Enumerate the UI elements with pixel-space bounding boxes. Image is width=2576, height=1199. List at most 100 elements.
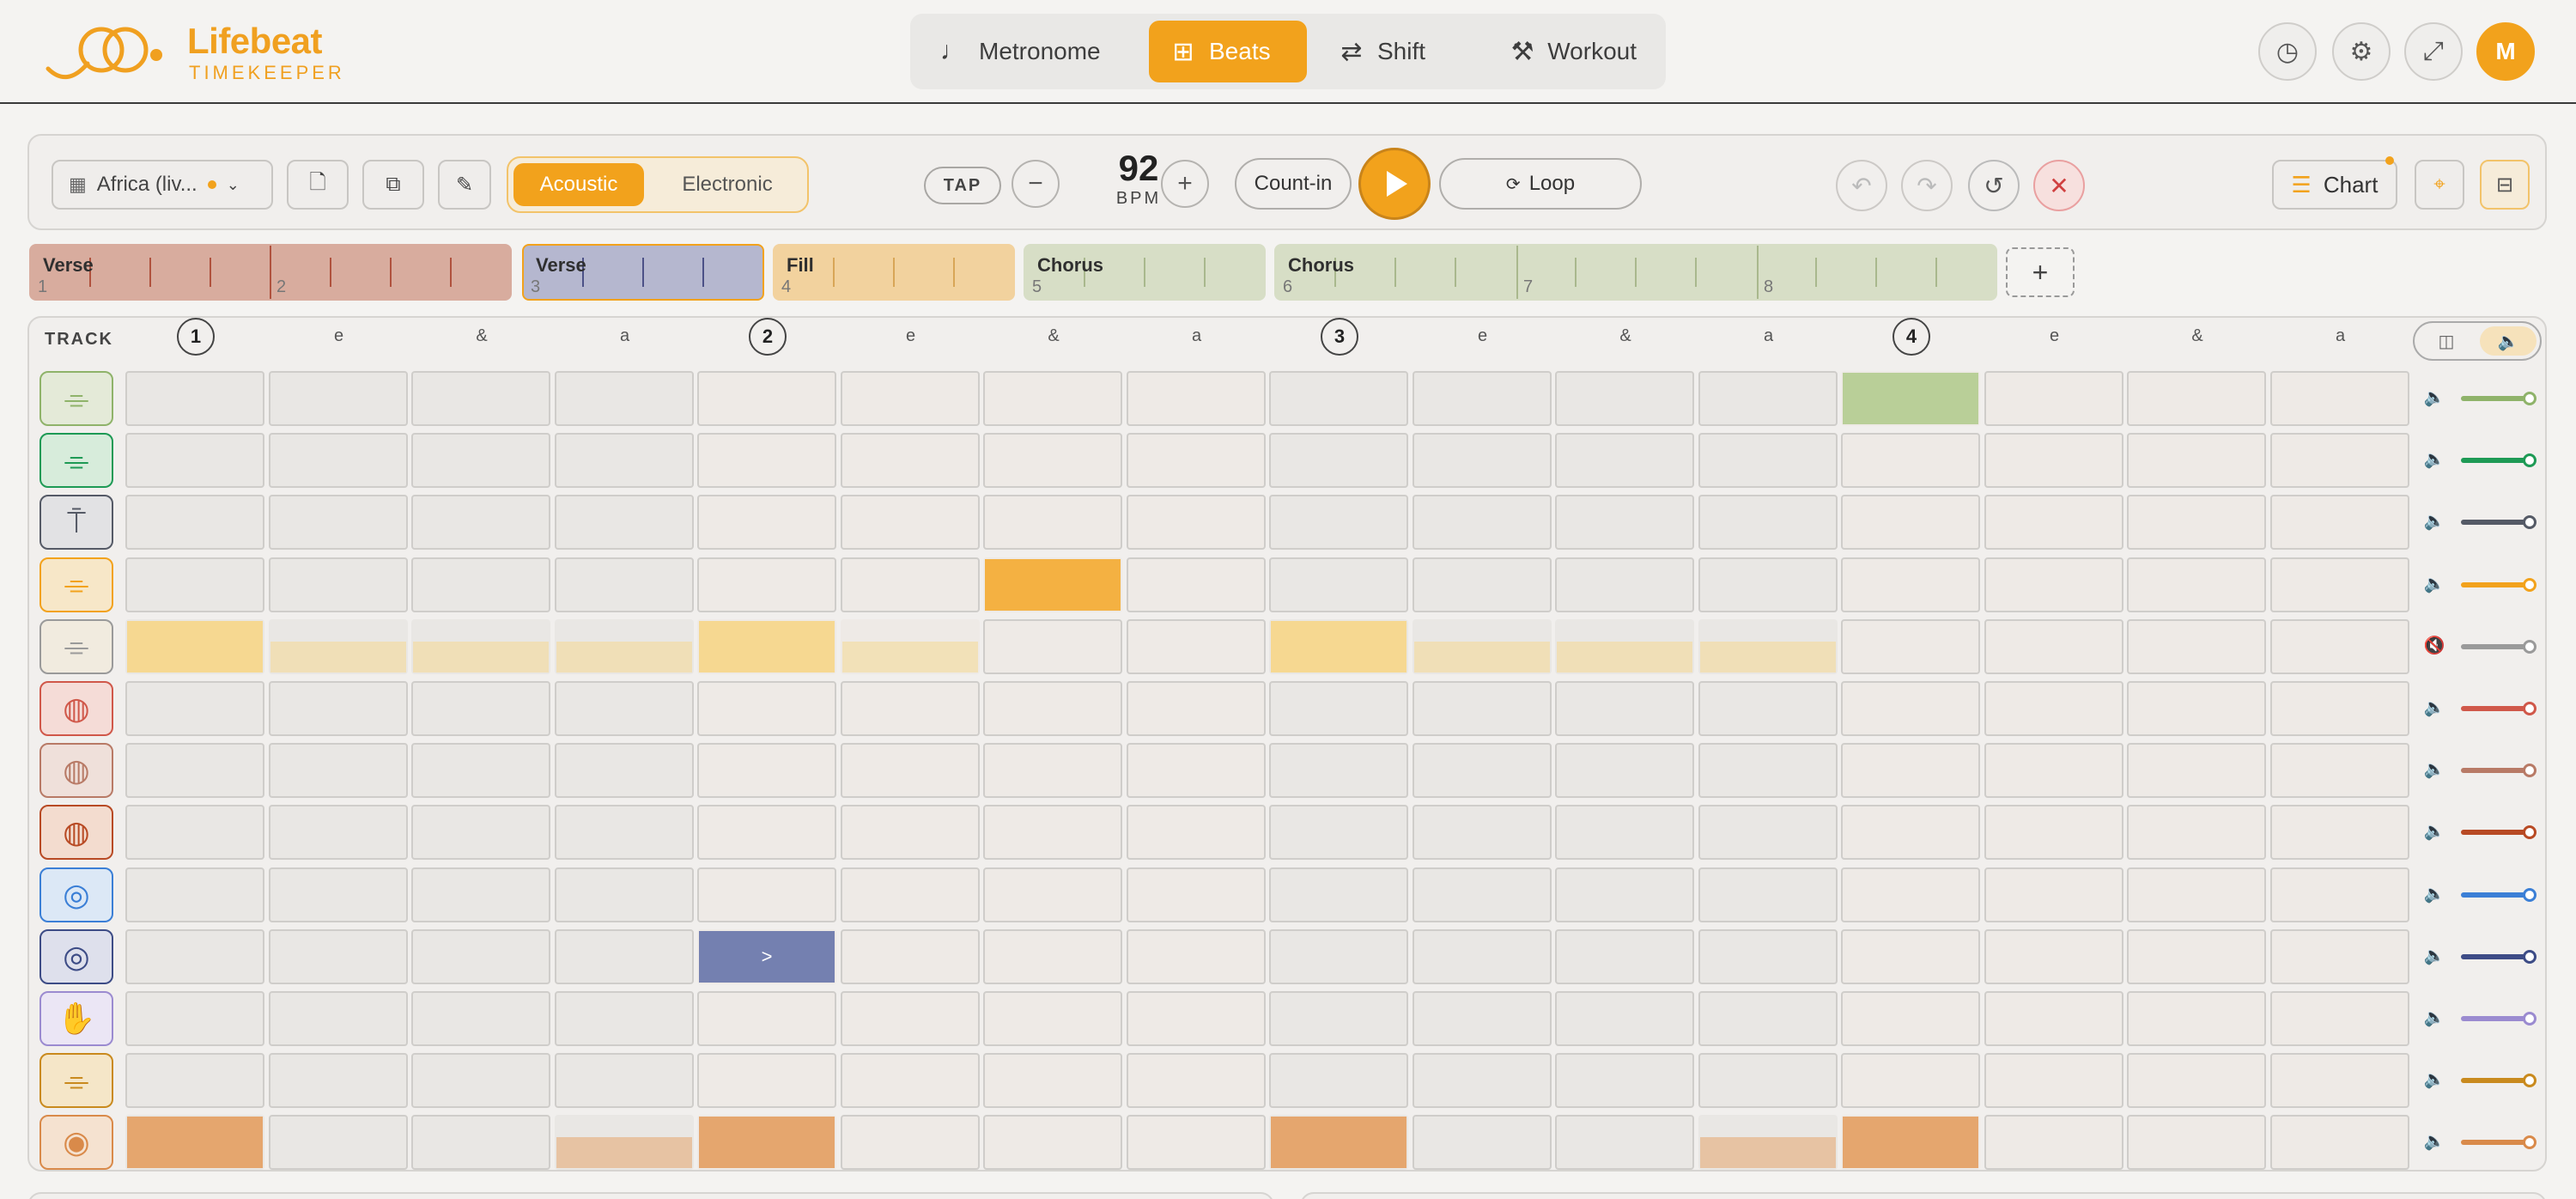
step-cell[interactable] xyxy=(840,1053,980,1109)
step-cell[interactable] xyxy=(1698,743,1838,799)
volume-slider[interactable] xyxy=(2461,1135,2537,1150)
step-cell[interactable] xyxy=(1698,557,1838,612)
step-cell[interactable] xyxy=(1841,557,1980,612)
volume-slider[interactable] xyxy=(2461,577,2537,592)
redo-button[interactable]: ↷ xyxy=(1901,160,1953,211)
step-cell[interactable] xyxy=(1126,867,1266,922)
loop-button[interactable]: ⟳ Loop xyxy=(1439,158,1642,210)
tab-beats[interactable]: ⊞ Beats xyxy=(1149,21,1307,82)
step-cell[interactable] xyxy=(2269,928,2409,984)
volume-slider[interactable] xyxy=(2461,825,2537,840)
step-cell[interactable] xyxy=(1841,805,1980,861)
reset-button[interactable]: ↺ xyxy=(1968,160,2020,211)
volume-slider[interactable] xyxy=(2461,392,2537,405)
step-cell[interactable] xyxy=(1412,1053,1552,1109)
ride-cymbal-icon[interactable]: ⌯ xyxy=(39,433,113,489)
volume-handle[interactable] xyxy=(2522,577,2537,592)
step-cell[interactable] xyxy=(2127,805,2266,861)
step-cell[interactable] xyxy=(1126,743,1266,799)
step-cell[interactable] xyxy=(1984,805,2123,861)
step-cell[interactable] xyxy=(2127,991,2266,1046)
count-in-button[interactable]: Count-in xyxy=(1235,158,1352,210)
step-cell[interactable] xyxy=(2127,618,2266,674)
step-cell[interactable] xyxy=(1126,1115,1266,1171)
snare-icon[interactable]: ◍ xyxy=(39,681,113,736)
step-cell[interactable] xyxy=(125,1115,264,1171)
step-cell[interactable] xyxy=(2269,805,2409,861)
step-cell[interactable] xyxy=(1555,618,1694,674)
step-cell[interactable] xyxy=(411,805,550,861)
step-cell[interactable] xyxy=(983,1115,1122,1171)
step-cell[interactable] xyxy=(697,991,836,1046)
share-button[interactable]: ⧉ xyxy=(362,160,424,210)
step-cell[interactable] xyxy=(2269,1053,2409,1109)
step-cell[interactable] xyxy=(1269,928,1408,984)
step-cell[interactable] xyxy=(697,433,836,489)
step-cell[interactable] xyxy=(1555,1115,1694,1171)
step-cell[interactable] xyxy=(1698,618,1838,674)
step-cell[interactable] xyxy=(554,557,694,612)
step-cell[interactable] xyxy=(840,1115,980,1171)
step-cell[interactable] xyxy=(1984,991,2123,1046)
layout-button[interactable]: ⊟ xyxy=(2480,160,2530,210)
step-cell[interactable] xyxy=(554,867,694,922)
muted-speaker-icon[interactable]: 🔇 xyxy=(2423,635,2445,656)
bpm-decrease-button[interactable]: − xyxy=(1012,160,1060,208)
step-cell[interactable] xyxy=(1412,433,1552,489)
step-cell[interactable] xyxy=(1126,681,1266,736)
step-cell[interactable] xyxy=(1555,867,1694,922)
volume-slider[interactable] xyxy=(2461,949,2537,964)
kit-acoustic[interactable]: Acoustic xyxy=(513,163,644,206)
focus-button[interactable]: ⌖ xyxy=(2415,160,2464,210)
section-fill[interactable]: 4 Fill xyxy=(773,244,1015,301)
step-cell[interactable] xyxy=(1269,557,1408,612)
step-cell[interactable] xyxy=(554,681,694,736)
step-cell[interactable] xyxy=(1984,867,2123,922)
section-verse-2[interactable]: 3 Verse xyxy=(522,244,764,301)
step-cell[interactable]: > xyxy=(697,928,836,984)
step-cell[interactable] xyxy=(1698,495,1838,551)
step-cell[interactable] xyxy=(2269,618,2409,674)
step-cell[interactable] xyxy=(411,1115,550,1171)
history-button[interactable]: ◷ xyxy=(2258,22,2317,81)
step-cell[interactable] xyxy=(1984,928,2123,984)
tap-tempo-button[interactable]: TAP xyxy=(924,167,1001,204)
step-cell[interactable] xyxy=(1841,867,1980,922)
section-chorus-2[interactable]: 6 7 8 Chorus xyxy=(1274,244,1997,301)
volume-handle[interactable] xyxy=(2522,453,2537,468)
step-cell[interactable] xyxy=(1126,1053,1266,1109)
step-cell[interactable] xyxy=(1841,618,1980,674)
step-cell[interactable] xyxy=(1126,805,1266,861)
step-cell[interactable] xyxy=(1269,495,1408,551)
settings-button[interactable]: ⚙ xyxy=(2332,22,2391,81)
step-cell[interactable] xyxy=(268,1115,408,1171)
step-cell[interactable] xyxy=(268,371,408,426)
step-cell[interactable] xyxy=(411,433,550,489)
volume-slider[interactable] xyxy=(2461,1012,2537,1026)
kit-electronic[interactable]: Electronic xyxy=(651,163,804,206)
step-cell[interactable] xyxy=(1555,1053,1694,1109)
step-cell[interactable] xyxy=(697,618,836,674)
step-cell[interactable] xyxy=(268,991,408,1046)
step-cell[interactable] xyxy=(125,1053,264,1109)
speaker-icon[interactable]: 🔈 xyxy=(2423,758,2445,780)
tab-shift[interactable]: ⇄ Shift xyxy=(1317,21,1480,82)
step-cell[interactable] xyxy=(1555,495,1694,551)
step-cell[interactable] xyxy=(1984,495,2123,551)
volume-handle[interactable] xyxy=(2522,392,2537,405)
volume-slider[interactable] xyxy=(2461,702,2537,715)
step-cell[interactable] xyxy=(1555,681,1694,736)
step-cell[interactable] xyxy=(2269,1115,2409,1171)
kick-drum-icon[interactable]: ◉ xyxy=(39,1115,113,1171)
step-cell[interactable] xyxy=(1412,618,1552,674)
step-cell[interactable] xyxy=(1984,371,2123,426)
snare-stick-icon[interactable]: ◎ xyxy=(39,867,113,922)
clap-icon[interactable]: ✋ xyxy=(39,991,113,1046)
step-cell[interactable] xyxy=(1841,495,1980,551)
step-cell[interactable] xyxy=(1412,681,1552,736)
step-cell[interactable] xyxy=(2127,743,2266,799)
undo-button[interactable]: ↶ xyxy=(1836,160,1887,211)
volume-handle[interactable] xyxy=(2522,1012,2537,1026)
step-cell[interactable] xyxy=(1269,991,1408,1046)
volume-slider[interactable] xyxy=(2461,515,2537,530)
